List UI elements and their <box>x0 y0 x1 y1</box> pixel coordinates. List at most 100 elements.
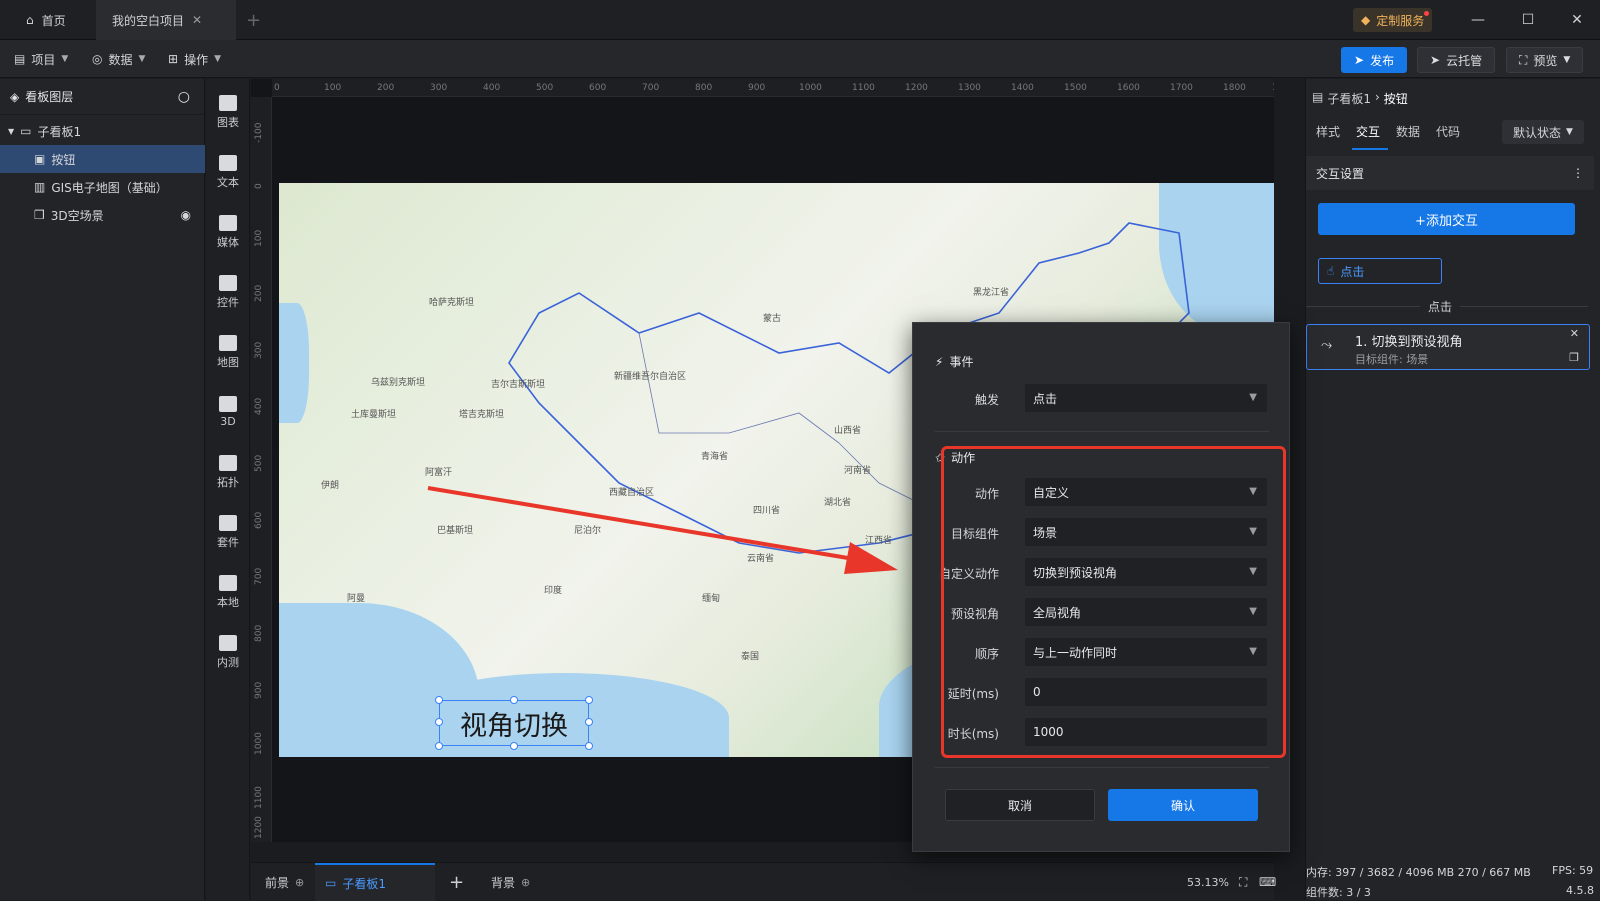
map-label: 阿曼 <box>347 594 366 604</box>
chevron-down-icon: ▼ <box>1563 55 1571 65</box>
preview-button[interactable]: ⛶ 预览 ▼ <box>1506 47 1584 73</box>
keyboard-icon[interactable]: ⌨ <box>1259 863 1276 901</box>
tool-text[interactable]: 文本 <box>206 144 250 200</box>
resize-handle[interactable] <box>585 696 593 704</box>
tool-label: 内测 <box>217 655 239 669</box>
tab-back-label: 背景 <box>491 875 516 890</box>
eye-off-icon[interactable]: ◉ <box>181 208 191 222</box>
ruler-tick: 1300 <box>958 83 981 93</box>
tab-front-label: 前景 <box>265 875 290 890</box>
tab-front[interactable]: 前景 ⊕ <box>265 863 304 901</box>
home-icon: ⌂ <box>26 13 34 27</box>
text-icon <box>219 154 237 171</box>
ruler-tick: 1000 <box>254 732 264 755</box>
tab-style[interactable]: 样式 <box>1316 123 1340 140</box>
fit-screen-icon[interactable]: ⛶ <box>1239 863 1247 901</box>
maximize-button[interactable]: ☐ <box>1505 0 1551 40</box>
close-window-button[interactable]: ✕ <box>1554 0 1600 40</box>
layer-item-button[interactable]: ▣ 按钮 <box>0 145 205 173</box>
cube-icon: ❒ <box>34 208 45 222</box>
tool-control[interactable]: 控件 <box>206 264 250 320</box>
tab-subboard[interactable]: ▭ 子看板1 <box>315 863 435 901</box>
layer-item-gis-map[interactable]: ▥ GIS电子地图（基础） <box>0 173 205 201</box>
minimize-button[interactable]: — <box>1455 0 1501 40</box>
annotation-arrow <box>427 486 898 574</box>
tab-data[interactable]: 数据 <box>1396 123 1420 140</box>
layer-item-subboard[interactable]: ▼ ▭ 子看板1 <box>0 117 205 145</box>
resize-handle[interactable] <box>585 742 593 750</box>
map-label: 塔吉克斯坦 <box>459 410 505 420</box>
database-icon: ◎ <box>92 52 103 66</box>
ruler-tick: 1600 <box>1117 83 1140 93</box>
divider <box>935 431 1269 432</box>
ruler-tick: 600 <box>254 511 264 529</box>
action-card-title: 1. 切换到预设视角 <box>1355 335 1463 350</box>
add-circle-icon[interactable]: ⊕ <box>521 876 530 889</box>
tab-home-label: 首页 <box>41 13 66 28</box>
component-count: 组件数: 3 / 3 <box>1306 884 1371 900</box>
ruler-tick: 100 <box>324 83 342 93</box>
close-icon[interactable]: ✕ <box>1570 327 1579 340</box>
resize-handle[interactable] <box>585 718 593 726</box>
tool-label: 文本 <box>217 175 239 189</box>
more-vertical-icon[interactable]: ⋮ <box>1572 166 1584 180</box>
tool-beta[interactable]: 内测 <box>206 624 250 680</box>
cloud-host-button[interactable]: ➤ 云托管 <box>1417 47 1496 73</box>
trigger-chip[interactable]: ☝ 点击 <box>1318 258 1442 284</box>
tab-project[interactable]: 我的空白项目 ✕ <box>96 0 236 40</box>
search-icon[interactable]: ○ <box>178 89 190 105</box>
action-card[interactable]: ⤳ 1. 切换到预设视角 目标组件: 场景 ✕ ❐ <box>1306 324 1590 370</box>
resize-handle[interactable] <box>510 742 518 750</box>
cancel-button[interactable]: 取消 <box>945 789 1095 821</box>
resize-handle[interactable] <box>435 718 443 726</box>
resize-handle[interactable] <box>435 742 443 750</box>
publish-button[interactable]: ➤ 发布 <box>1341 47 1408 73</box>
tool-kit[interactable]: 套件 <box>206 504 250 560</box>
copy-icon[interactable]: ❐ <box>1569 351 1579 364</box>
tool-3d[interactable]: 3D <box>206 384 250 440</box>
tool-chart[interactable]: 图表 <box>206 84 250 140</box>
interaction-settings-header: 交互设置 ⋮ <box>1306 156 1594 190</box>
ruler-tick: 400 <box>254 397 264 415</box>
menu-data-label: 数据 <box>108 52 133 67</box>
menu-operate[interactable]: ⊞ 操作 ▼ <box>168 40 221 78</box>
ruler-tick: 400 <box>483 83 501 93</box>
add-interaction-button[interactable]: +添加交互 <box>1318 203 1575 235</box>
version: 4.5.8 <box>1566 884 1594 897</box>
resize-handle[interactable] <box>510 696 518 704</box>
tab-interaction[interactable]: 交互 <box>1356 123 1380 140</box>
tool-topology[interactable]: 拓扑 <box>206 444 250 500</box>
confirm-button[interactable]: 确认 <box>1108 789 1258 821</box>
resize-handle[interactable] <box>435 696 443 704</box>
close-icon[interactable]: ✕ <box>192 13 202 27</box>
tool-local[interactable]: 本地 <box>206 564 250 620</box>
fps-text: FPS: 59 <box>1552 864 1594 877</box>
add-circle-icon[interactable]: ⊕ <box>295 876 304 889</box>
tool-map[interactable]: 地图 <box>206 324 250 380</box>
event-title: 事件 <box>949 355 974 369</box>
add-board-icon[interactable]: + <box>449 863 464 901</box>
chevron-down-icon: ▼ <box>1566 127 1573 137</box>
custom-service-button[interactable]: ◆ 定制服务 <box>1353 8 1433 32</box>
state-select[interactable]: 默认状态 ▼ <box>1502 120 1584 144</box>
tool-label: 控件 <box>217 295 239 309</box>
tool-media[interactable]: 媒体 <box>206 204 250 260</box>
ruler-tick: 1100 <box>254 786 264 809</box>
control-icon <box>219 274 237 291</box>
canvas-button-component[interactable]: 视角切换 <box>439 700 589 746</box>
tab-code[interactable]: 代码 <box>1436 123 1460 140</box>
add-tab-icon[interactable]: + <box>246 10 261 31</box>
breadcrumb-parent[interactable]: 子看板1 <box>1327 90 1371 107</box>
tab-back[interactable]: 背景 ⊕ <box>491 863 530 901</box>
title-bar: ⌂ 首页 我的空白项目 ✕ + ◆ 定制服务 — ☐ ✕ <box>0 0 1600 40</box>
zoom-value: 53.13% <box>1187 875 1229 889</box>
ruler-tick: 1400 <box>1011 83 1034 93</box>
menu-data[interactable]: ◎ 数据 ▼ <box>92 40 145 78</box>
map-label: 河南省 <box>844 466 872 476</box>
trigger-select[interactable]: 点击 ▼ <box>1024 383 1268 413</box>
tool-label: 图表 <box>217 115 239 129</box>
layer-item-3d-scene[interactable]: ❒ 3D空场景 ◉ <box>0 201 205 229</box>
tab-home[interactable]: ⌂ 首页 <box>10 0 82 40</box>
menu-project[interactable]: ▤ 项目 ▼ <box>14 40 68 78</box>
grid-icon: ⊞ <box>168 52 179 66</box>
